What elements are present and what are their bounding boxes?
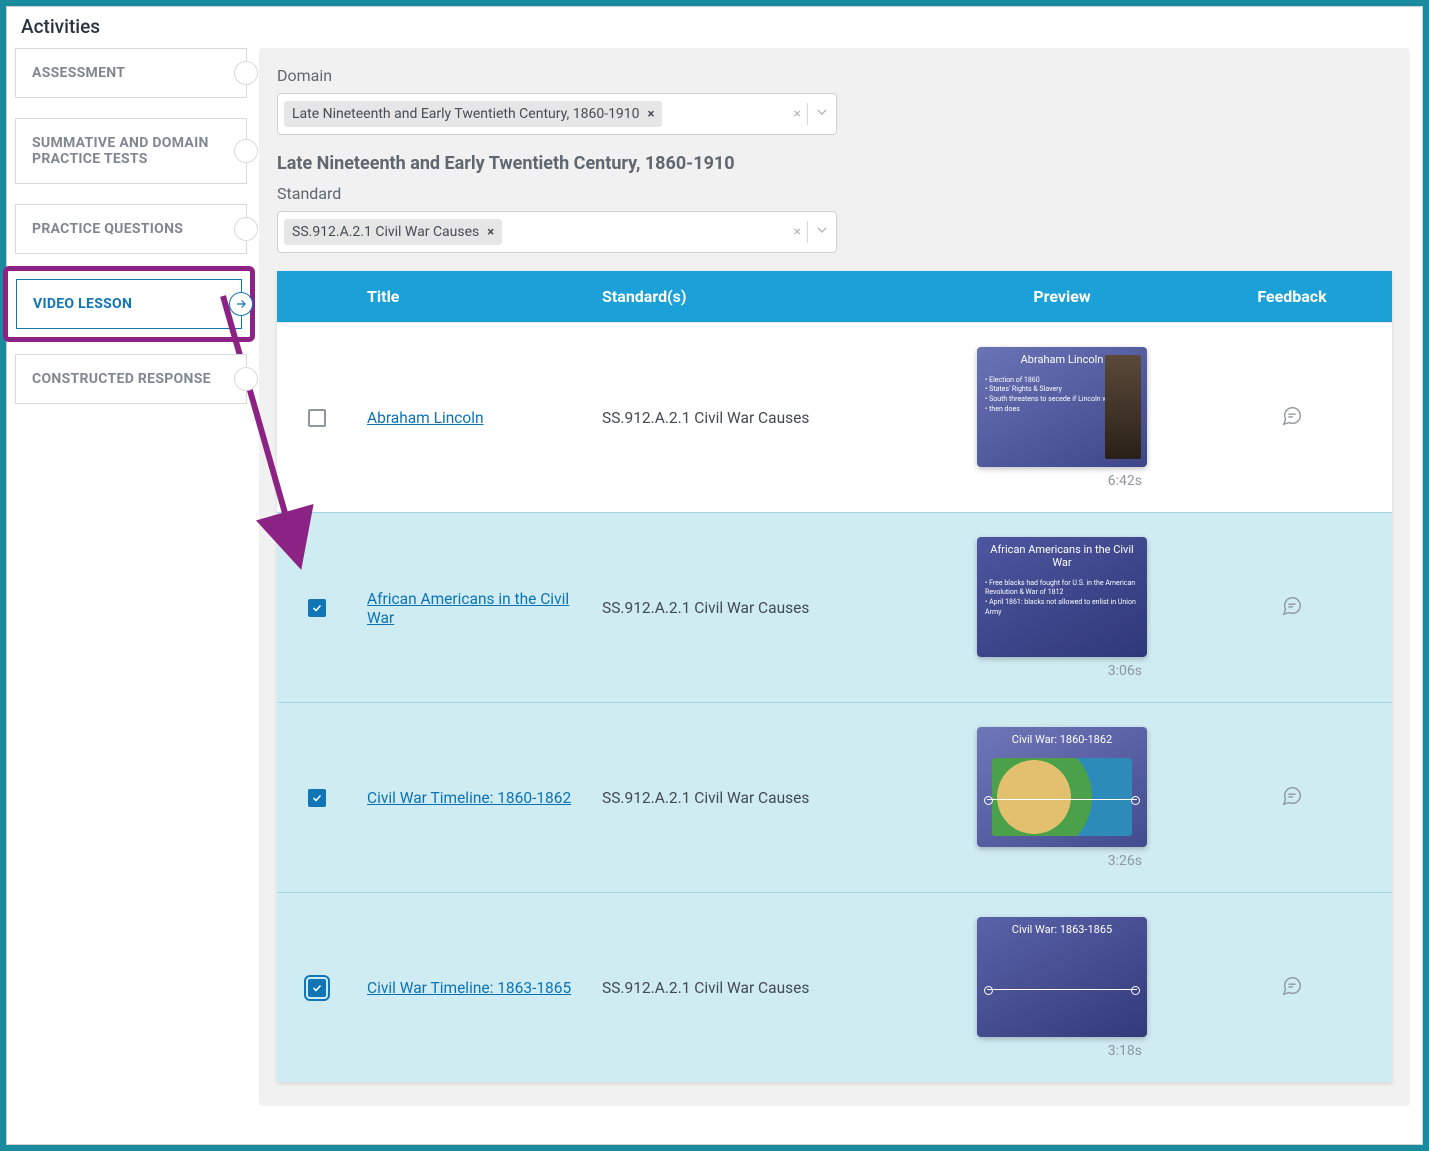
sidebar-item-practice-questions[interactable]: PRACTICE QUESTIONS	[15, 204, 247, 254]
feedback-icon[interactable]	[1281, 595, 1303, 621]
sidebar-item-label: ASSESSMENT	[32, 65, 125, 81]
thumb-image	[1105, 355, 1141, 459]
video-duration: 3:18s	[1108, 1043, 1142, 1059]
sidebar-knob	[234, 61, 258, 85]
arrow-right-icon	[234, 297, 248, 311]
lesson-title-link[interactable]: African Americans in the Civil War	[367, 590, 569, 627]
preview-thumbnail[interactable]: Civil War: 1863-1865	[977, 917, 1147, 1037]
section-title: Late Nineteenth and Early Twentieth Cent…	[277, 153, 1392, 174]
select-controls: ×	[794, 221, 830, 243]
lesson-standard: SS.912.A.2.1 Civil War Causes	[592, 399, 932, 437]
clear-icon[interactable]: ×	[794, 224, 801, 240]
standard-tag: SS.912.A.2.1 Civil War Causes ×	[284, 219, 502, 245]
col-standards: Standard(s)	[592, 271, 932, 322]
video-duration: 3:06s	[1108, 663, 1142, 679]
filter-panel: Domain Late Nineteenth and Early Twentie…	[259, 48, 1410, 1106]
chevron-down-icon[interactable]	[814, 222, 830, 242]
content: ASSESSMENT SUMMATIVE AND DOMAIN PRACTICE…	[7, 48, 1422, 1144]
row-checkbox[interactable]	[308, 599, 326, 617]
standard-label: Standard	[277, 184, 1392, 203]
sidebar-item-summative[interactable]: SUMMATIVE AND DOMAIN PRACTICE TESTS	[15, 118, 247, 184]
thumb-title: African Americans in the Civil War	[977, 537, 1147, 575]
table-row: Civil War Timeline: 1863-1865 SS.912.A.2…	[277, 892, 1392, 1082]
sidebar-item-video-lesson[interactable]: VIDEO LESSON	[16, 279, 242, 329]
clear-icon[interactable]: ×	[794, 106, 801, 122]
lesson-title-link[interactable]: Civil War Timeline: 1863-1865	[367, 979, 571, 997]
sidebar-knob	[234, 217, 258, 241]
main: Domain Late Nineteenth and Early Twentie…	[247, 48, 1422, 1144]
timeline-line	[987, 799, 1137, 800]
table-body: Abraham Lincoln SS.912.A.2.1 Civil War C…	[277, 322, 1392, 1082]
preview-thumbnail[interactable]: Civil War: 1860-1862	[977, 727, 1147, 847]
timeline-line	[987, 989, 1137, 990]
preview-thumbnail[interactable]: African Americans in the Civil War • Fre…	[977, 537, 1147, 657]
row-checkbox[interactable]	[308, 409, 326, 427]
table-row: African Americans in the Civil War SS.91…	[277, 512, 1392, 702]
row-checkbox[interactable]	[308, 979, 326, 997]
chevron-down-icon[interactable]	[814, 104, 830, 124]
sidebar-item-label: VIDEO LESSON	[33, 296, 132, 312]
feedback-icon[interactable]	[1281, 975, 1303, 1001]
thumb-bullets: • Free blacks had fought for U.S. in the…	[977, 575, 1147, 622]
lesson-title-link[interactable]: Civil War Timeline: 1860-1862	[367, 789, 571, 807]
header: Activities	[7, 7, 1422, 48]
lesson-title-link[interactable]: Abraham Lincoln	[367, 409, 484, 427]
sidebar: ASSESSMENT SUMMATIVE AND DOMAIN PRACTICE…	[7, 48, 247, 1144]
feedback-icon[interactable]	[1281, 405, 1303, 431]
annotation-highlight: VIDEO LESSON	[3, 266, 255, 342]
sidebar-item-constructed-response[interactable]: CONSTRUCTED RESPONSE	[15, 354, 247, 404]
remove-tag-icon[interactable]: ×	[487, 225, 494, 240]
domain-select[interactable]: Late Nineteenth and Early Twentieth Cent…	[277, 93, 837, 135]
thumb-map	[992, 758, 1132, 836]
lesson-standard: SS.912.A.2.1 Civil War Causes	[592, 969, 932, 1007]
sidebar-item-assessment[interactable]: ASSESSMENT	[15, 48, 247, 98]
lesson-standard: SS.912.A.2.1 Civil War Causes	[592, 589, 932, 627]
table-row: Civil War Timeline: 1860-1862 SS.912.A.2…	[277, 702, 1392, 892]
tag-text: Late Nineteenth and Early Twentieth Cent…	[292, 106, 640, 122]
video-duration: 3:26s	[1108, 853, 1142, 869]
preview-thumbnail[interactable]: Abraham Lincoln • Election of 1860• Stat…	[977, 347, 1147, 467]
sidebar-knob	[229, 292, 253, 316]
col-preview: Preview	[932, 271, 1192, 322]
table-header-row: Title Standard(s) Preview Feedback	[277, 271, 1392, 322]
separator	[807, 103, 808, 125]
sidebar-item-label: CONSTRUCTED RESPONSE	[32, 371, 211, 387]
row-checkbox[interactable]	[308, 789, 326, 807]
app-window: Activities ASSESSMENT SUMMATIVE AND DOMA…	[6, 6, 1423, 1145]
domain-tag: Late Nineteenth and Early Twentieth Cent…	[284, 101, 662, 127]
sidebar-item-label: SUMMATIVE AND DOMAIN PRACTICE TESTS	[32, 135, 209, 167]
lesson-standard: SS.912.A.2.1 Civil War Causes	[592, 779, 932, 817]
thumb-title: Civil War: 1863-1865	[977, 917, 1147, 942]
video-duration: 6:42s	[1108, 473, 1142, 489]
separator	[807, 221, 808, 243]
table-row: Abraham Lincoln SS.912.A.2.1 Civil War C…	[277, 322, 1392, 512]
sidebar-item-label: PRACTICE QUESTIONS	[32, 221, 183, 237]
sidebar-knob	[234, 367, 258, 391]
remove-tag-icon[interactable]: ×	[648, 107, 655, 122]
sidebar-knob	[234, 139, 258, 163]
col-feedback: Feedback	[1192, 271, 1392, 322]
domain-label: Domain	[277, 66, 1392, 85]
select-controls: ×	[794, 103, 830, 125]
standard-select[interactable]: SS.912.A.2.1 Civil War Causes × ×	[277, 211, 837, 253]
thumb-title: Civil War: 1860-1862	[977, 727, 1147, 752]
feedback-icon[interactable]	[1281, 785, 1303, 811]
col-title: Title	[357, 271, 592, 322]
tag-text: SS.912.A.2.1 Civil War Causes	[292, 224, 479, 240]
page-title: Activities	[21, 15, 1408, 38]
results-table: Title Standard(s) Preview Feedback Abrah…	[277, 271, 1392, 1082]
